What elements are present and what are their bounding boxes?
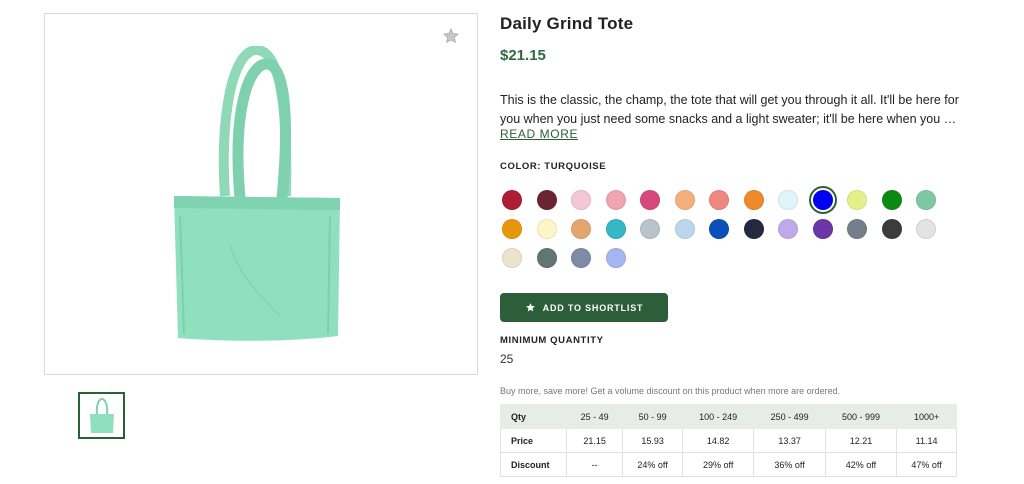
color-swatch[interactable]	[502, 248, 522, 268]
color-swatch[interactable]	[640, 219, 660, 239]
color-swatch[interactable]	[571, 219, 591, 239]
product-title: Daily Grind Tote	[500, 14, 634, 33]
discount-cell: 24% off	[622, 452, 683, 477]
discount-cell: 29% off	[681, 452, 755, 477]
color-swatch[interactable]	[605, 190, 626, 210]
add-to-shortlist-button[interactable]: ADD TO SHORTLIST	[500, 293, 668, 322]
read-more-link[interactable]: READ MORE	[500, 127, 578, 141]
tote-thumbnail-image	[90, 397, 114, 433]
discount-cell: 36% off	[753, 452, 826, 477]
qty-range: 100 - 249	[681, 404, 755, 429]
color-swatch[interactable]	[808, 186, 837, 214]
discount-row-label: Discount	[500, 452, 567, 477]
product-thumbnail[interactable]	[78, 392, 125, 439]
discount-cell: --	[565, 452, 624, 477]
color-swatch[interactable]	[847, 219, 867, 239]
color-swatch[interactable]	[916, 190, 936, 210]
price-cell: 21.15	[565, 428, 624, 453]
price-cell: 11.14	[896, 428, 957, 453]
product-price: $21.15	[500, 47, 546, 64]
shortlist-label: ADD TO SHORTLIST	[542, 302, 644, 313]
minimum-quantity-value: 25	[500, 352, 514, 366]
price-row: Price 21.15 15.93 14.82 13.37 12.21 11.1…	[500, 428, 957, 453]
color-swatch[interactable]	[881, 219, 902, 239]
color-swatch[interactable]	[709, 219, 729, 239]
price-cell: 14.82	[681, 428, 755, 453]
color-swatch[interactable]	[571, 248, 591, 268]
color-swatch[interactable]	[605, 219, 626, 239]
discount-cell: 47% off	[896, 452, 957, 477]
star-icon	[525, 303, 535, 312]
color-swatch[interactable]	[502, 219, 522, 239]
color-swatch[interactable]	[743, 190, 764, 210]
product-description: This is the classic, the champ, the tote…	[500, 91, 962, 129]
product-image-frame	[44, 13, 478, 375]
qty-range: 25 - 49	[565, 404, 624, 429]
color-swatch[interactable]	[916, 219, 936, 239]
color-swatch[interactable]	[536, 190, 557, 210]
color-swatch[interactable]	[640, 190, 660, 210]
discount-cell: 42% off	[824, 452, 898, 477]
pricing-table: Qty 25 - 49 50 - 99 100 - 249 250 - 499 …	[500, 404, 957, 477]
color-swatch[interactable]	[536, 219, 557, 239]
color-swatch[interactable]	[502, 190, 522, 210]
price-cell: 13.37	[753, 428, 826, 453]
color-swatch[interactable]	[778, 219, 798, 239]
color-swatch[interactable]	[812, 219, 833, 239]
color-swatch[interactable]	[778, 190, 798, 210]
favorite-star-icon[interactable]	[442, 27, 460, 45]
tote-bag-image	[174, 46, 340, 341]
color-swatch[interactable]	[847, 190, 867, 210]
price-row-label: Price	[500, 428, 567, 453]
pricing-header-row: Qty 25 - 49 50 - 99 100 - 249 250 - 499 …	[500, 404, 957, 429]
price-cell: 15.93	[622, 428, 683, 453]
description-line-1: This is the classic, the champ, the tote…	[500, 93, 959, 107]
volume-discount-note: Buy more, save more! Get a volume discou…	[500, 386, 841, 396]
color-swatch[interactable]	[571, 190, 591, 210]
color-swatch[interactable]	[743, 219, 764, 239]
color-swatch[interactable]	[674, 190, 695, 210]
color-swatch[interactable]	[605, 248, 626, 268]
qty-range: 250 - 499	[753, 404, 826, 429]
qty-range: 50 - 99	[622, 404, 683, 429]
qty-header: Qty	[500, 404, 567, 429]
minimum-quantity-label: MINIMUM QUANTITY	[500, 335, 604, 346]
color-swatch[interactable]	[536, 248, 557, 268]
color-swatch[interactable]	[881, 190, 902, 210]
color-swatch[interactable]	[709, 190, 729, 210]
qty-range: 1000+	[896, 404, 957, 429]
discount-row: Discount -- 24% off 29% off 36% off 42% …	[500, 452, 957, 477]
qty-range: 500 - 999	[824, 404, 898, 429]
color-swatch[interactable]	[674, 219, 695, 239]
price-cell: 12.21	[824, 428, 898, 453]
color-label: COLOR: TURQUOISE	[500, 161, 607, 172]
